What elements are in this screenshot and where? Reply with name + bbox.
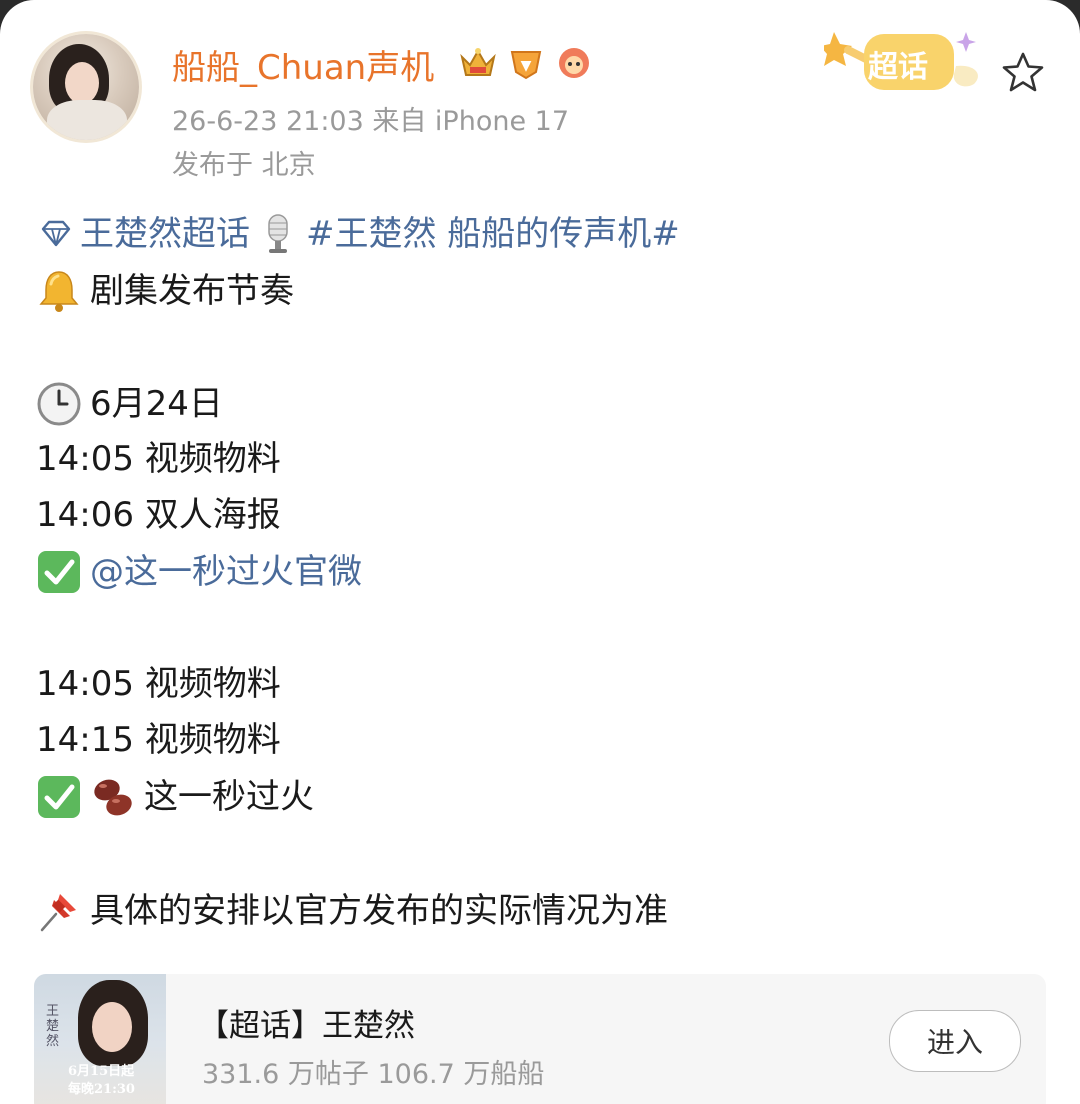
user-badges: ▼ [458, 44, 594, 82]
diamond-icon [36, 214, 76, 254]
mention-link[interactable]: @这一秒过火官微 [90, 550, 362, 594]
bell-icon [36, 268, 82, 314]
weibo-post-card: 船船_Chuan声机 ▼ 26-6-23 21:03 来自 iPhone 17 … [0, 0, 1080, 1104]
topic-line: 王楚然超话 #王楚然 船船的传声机# [36, 212, 680, 256]
heading-line: 剧集发布节奏 [36, 268, 294, 314]
super-topic-title: 【超话】王楚然 [198, 1008, 415, 1044]
svg-text:▼: ▼ [521, 58, 532, 74]
schedule-line: 14:06 双人海报 [36, 495, 281, 535]
enter-button[interactable]: 进入 [889, 1010, 1021, 1072]
schedule-line: 14:05 视频物料 [36, 664, 281, 704]
post-location: 发布于 北京 [172, 150, 316, 181]
level-badge-icon[interactable]: ▼ [506, 44, 546, 82]
crown-icon[interactable] [458, 44, 498, 82]
star-icon [1002, 52, 1044, 92]
note-text: 具体的安排以官方发布的实际情况为准 [90, 891, 668, 931]
heading-text: 剧集发布节奏 [90, 271, 294, 311]
microphone-icon [258, 214, 298, 254]
avatar[interactable] [33, 34, 139, 140]
platform-text: 这一秒过火 [144, 777, 314, 817]
check-mark-icon [36, 549, 82, 595]
fan-badge-icon[interactable] [554, 44, 594, 82]
super-topic-thumbnail: 王楚然 6月15日起 每晚21:30 [34, 974, 166, 1104]
schedule-line: 14:15 视频物料 [36, 720, 281, 760]
clock-icon [36, 381, 82, 427]
pushpin-icon [36, 888, 82, 934]
thumbnail-time-text: 每晚21:30 [68, 1082, 135, 1097]
date-text: 6月24日 [90, 384, 223, 424]
thumbnail-date-text: 6月15日起 [68, 1064, 135, 1079]
thumbnail-side-text: 王楚然 [46, 1004, 60, 1049]
date-line: 6月24日 [36, 381, 223, 427]
schedule-line: 14:05 视频物料 [36, 439, 281, 479]
favorite-star-button[interactable] [1000, 50, 1046, 94]
note-line: 具体的安排以官方发布的实际情况为准 [36, 888, 668, 934]
username[interactable]: 船船_Chuan声机 [172, 40, 434, 89]
super-topic-stats: 331.6 万帖子 106.7 万船船 [202, 1059, 545, 1090]
hashtag-link[interactable]: #王楚然 船船的传声机# [306, 212, 680, 256]
super-topic-card[interactable]: 王楚然 6月15日起 每晚21:30 【超话】王楚然 331.6 万帖子 106… [34, 974, 1046, 1104]
super-topic-link[interactable]: 王楚然超话 [80, 212, 250, 256]
check-mark-icon [36, 774, 82, 820]
super-topic-badge-label: 超话 [868, 50, 928, 85]
super-topic-badge[interactable]: 超话 [820, 24, 992, 104]
beans-icon [90, 774, 136, 820]
mention-line: @这一秒过火官微 [36, 549, 362, 595]
post-time-source: 26-6-23 21:03 来自 iPhone 17 [172, 106, 570, 137]
platform-line: 这一秒过火 [36, 774, 314, 820]
